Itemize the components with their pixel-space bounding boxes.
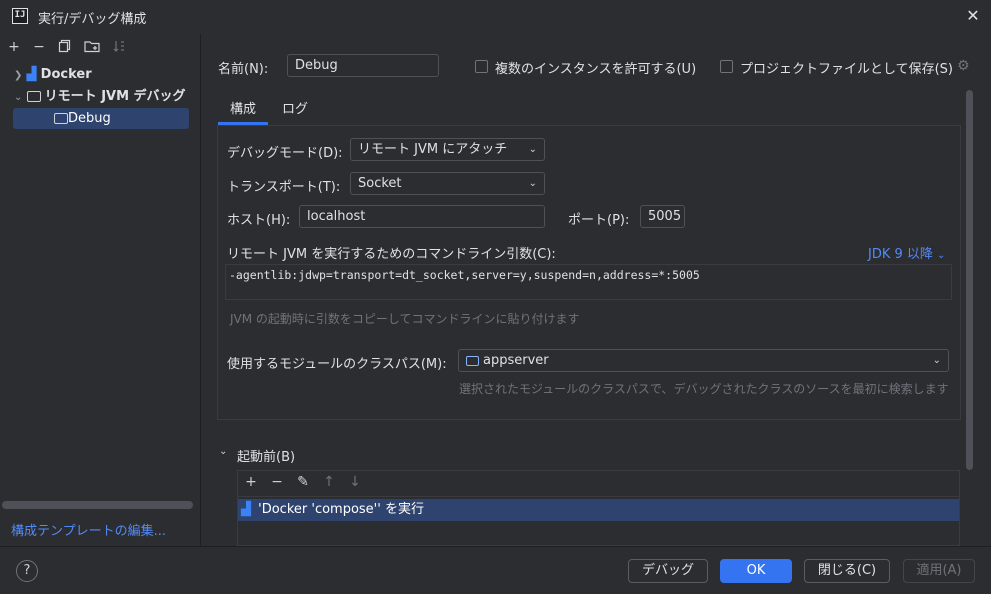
allow-multiple-checkbox[interactable] [475,60,488,73]
classpath-hint: 選択されたモジュールのクラスパスで、デバッグされたクラスのソースを最初に検索しま… [459,382,949,396]
tree-item-remote-jvm-debug[interactable]: ⌄ リモート JVM デバッグ [14,86,186,108]
classpath-label: 使用するモジュールのクラスパス(M): [227,357,447,372]
remove-icon[interactable]: − [31,39,47,55]
docker-icon: ▟ [241,502,251,517]
remove-icon[interactable]: − [269,474,285,490]
transport-value: Socket [358,176,402,191]
debug-button[interactable]: デバッグ [628,559,708,583]
docker-icon: ▟ [26,67,37,82]
title-bar [0,0,991,34]
tab-logs[interactable]: ログ [282,98,308,117]
name-label: 名前(N): [218,62,269,77]
gear-icon[interactable]: ⚙ [957,58,970,74]
debugger-mode-label: デバッグモード(D): [227,146,343,161]
chevron-right-icon[interactable]: ❯ [14,70,22,81]
remote-debug-icon [26,91,41,102]
edit-icon[interactable]: ✎ [295,474,311,490]
move-up-icon[interactable]: ↑ [321,474,337,490]
port-input[interactable]: 5005 [640,205,685,228]
add-icon[interactable]: + [6,39,22,55]
host-input[interactable]: localhost [299,205,545,228]
edit-templates-link[interactable]: 構成テンプレートの編集... [11,520,166,539]
apply-button[interactable]: 適用(A) [903,559,975,583]
tree-item-debug-content[interactable]: Debug [54,108,111,130]
remote-debug-icon [54,113,68,124]
before-launch-item[interactable]: ▟ 'Docker 'compose'' を実行 [238,499,959,521]
add-icon[interactable]: + [243,474,259,490]
port-label: ポート(P): [568,213,630,228]
ok-button[interactable]: OK [720,559,792,583]
intellij-app-icon: IJ [12,8,28,24]
close-icon[interactable]: ✕ [962,5,984,27]
before-launch-title[interactable]: 起動前(B) [237,446,295,465]
cmdline-hint: JVM の起動時に引数をコピーしてコマンドラインに貼り付けます [230,312,580,326]
before-launch-item-label: 'Docker 'compose'' を実行 [258,502,424,517]
chevron-down-icon[interactable]: ⌄ [14,92,22,103]
classpath-value: appserver [483,353,549,368]
chevron-down-icon[interactable]: ⌄ [219,446,227,457]
chevron-down-icon: ⌄ [932,355,941,366]
classpath-dropdown[interactable]: appserver ⌄ [458,349,949,372]
cmdline-label: リモート JVM を実行するためのコマンドライン引数(C): [227,247,556,262]
transport-label: トランスポート(T): [227,180,341,195]
allow-multiple-label: 複数のインスタンスを許可する(U) [495,62,697,77]
store-as-file-checkbox[interactable] [720,60,733,73]
jdk-version-label: JDK 9 以降 [868,247,933,262]
help-button[interactable]: ? [16,560,38,582]
debugger-mode-value: リモート JVM にアタッチ [358,142,508,157]
jdk-version-dropdown[interactable]: JDK 9 以降 ⌄ [868,243,945,262]
window-title: 実行/デバッグ構成 [38,12,147,27]
copy-icon[interactable] [57,39,73,55]
module-folder-icon [466,355,479,366]
tree-item-label: Docker [40,67,92,82]
folder-icon[interactable] [84,39,100,55]
cmdline-textarea[interactable]: -agentlib:jdwp=transport=dt_socket,serve… [225,264,952,300]
sort-icon[interactable] [111,39,127,55]
chevron-down-icon: ⌄ [528,178,537,189]
tab-configuration[interactable]: 構成 [230,98,256,117]
chevron-down-icon: ⌄ [937,250,946,261]
tree-item-label: リモート JVM デバッグ [44,89,186,104]
transport-dropdown[interactable]: Socket ⌄ [350,172,545,195]
horizontal-scrollbar[interactable] [2,501,193,509]
chevron-down-icon: ⌄ [528,144,537,155]
host-label: ホスト(H): [227,213,291,228]
tree-item-docker[interactable]: ❯ ▟ Docker [14,64,92,86]
debugger-mode-dropdown[interactable]: リモート JVM にアタッチ ⌄ [350,138,545,161]
close-button[interactable]: 閉じる(C) [804,559,890,583]
name-input[interactable]: Debug [287,54,439,77]
vertical-scrollbar[interactable] [966,90,973,470]
move-down-icon[interactable]: ↓ [347,474,363,490]
store-as-file-label: プロジェクトファイルとして保存(S) [740,62,954,77]
tree-item-label: Debug [68,111,111,126]
